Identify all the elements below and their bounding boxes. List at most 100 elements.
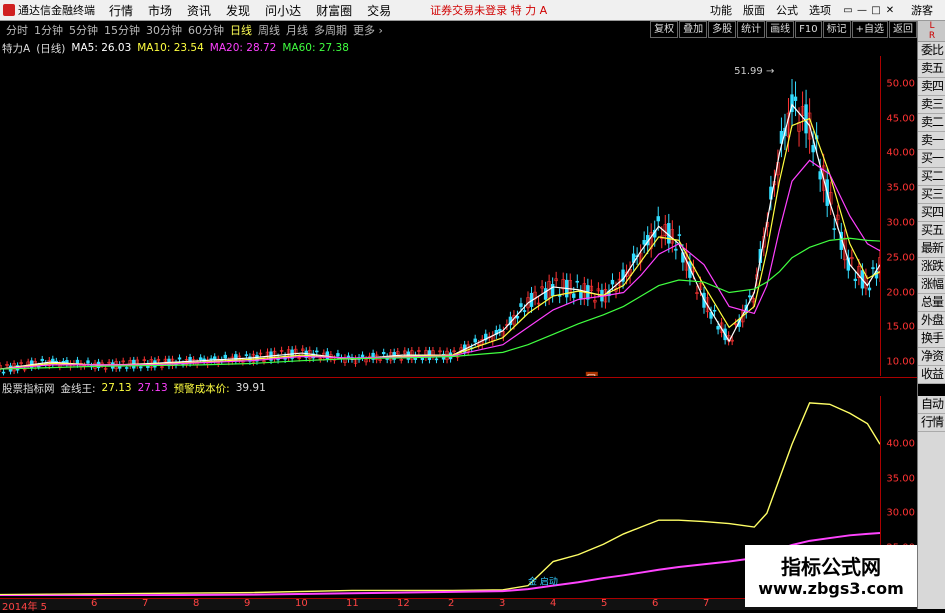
panel-item-16[interactable]: 换手	[918, 330, 945, 348]
add-favorite-button[interactable]: +自选	[851, 21, 888, 38]
candle-body	[867, 287, 872, 291]
candle-body	[804, 104, 808, 134]
f10-button[interactable]: F10	[795, 21, 822, 38]
menu-gongshi[interactable]: 公式	[776, 2, 798, 18]
menu-caifuquan[interactable]: 财富圈	[316, 2, 352, 19]
chart-period: (日线)	[36, 42, 66, 55]
ma5-legend: MA5: 26.03	[71, 42, 132, 54]
menu-wenxiaoda[interactable]: 问小达	[265, 2, 301, 19]
candle-body	[519, 303, 523, 307]
restore-icon[interactable]: ▭	[841, 5, 855, 16]
period-5min[interactable]: 5分钟	[69, 22, 98, 38]
draw-button[interactable]: 画线	[766, 21, 795, 38]
menu-xuanxiang[interactable]: 选项	[809, 2, 831, 18]
y-tick-label: 10.00	[886, 356, 915, 368]
period-fenshi[interactable]: 分时	[6, 22, 28, 38]
tab-quote[interactable]: 行情	[918, 414, 945, 432]
panel-item-12[interactable]: 涨跌	[918, 258, 945, 276]
ma-line-ma10	[0, 117, 880, 370]
panel-item-5[interactable]: 卖一	[918, 132, 945, 150]
panel-item-8[interactable]: 买三	[918, 186, 945, 204]
panel-item-6[interactable]: 买一	[918, 150, 945, 168]
fuquan-button[interactable]: 复权	[650, 21, 679, 38]
period-15min[interactable]: 15分钟	[104, 22, 140, 38]
period-more[interactable]: 更多 ›	[353, 22, 383, 38]
period-1min[interactable]: 1分钟	[34, 22, 63, 38]
chart-toolbar: 复权 叠加 多股 统计 画线 F10 标记 +自选 返回	[649, 21, 917, 39]
candle-body	[336, 353, 340, 357]
candle-body	[1, 371, 6, 374]
kline-chart[interactable]: ← 8.5051.99 →冠	[0, 56, 880, 376]
stats-button[interactable]: 统计	[737, 21, 766, 38]
panel-items: 委比 卖五 卖四 卖三 卖二 卖一 买一 买二 买三 买四 买五 最新 涨跌 涨幅 总量 外盘 换手 净资 收益	[918, 42, 945, 384]
menu-gongneng[interactable]: 功能	[710, 2, 732, 18]
overlay-button[interactable]: 叠加	[679, 21, 708, 38]
menu-faxian[interactable]: 发现	[226, 2, 250, 19]
panel-item-18[interactable]: 收益	[918, 366, 945, 384]
panel-head-r: R	[928, 31, 936, 41]
watermark: 指标公式网 www.zbgs3.com	[745, 545, 917, 607]
tab-auto[interactable]: 自动	[918, 396, 945, 414]
period-daily[interactable]: 日线	[230, 22, 252, 38]
candle-body	[61, 361, 66, 363]
panel-item-2[interactable]: 卖四	[918, 78, 945, 96]
candle-body	[832, 228, 836, 230]
candle-body	[793, 96, 798, 101]
period-60min[interactable]: 60分钟	[188, 22, 224, 38]
back-button[interactable]: 返回	[889, 21, 917, 38]
menu-jiaoyi[interactable]: 交易	[367, 2, 391, 19]
menu-hangqing[interactable]: 行情	[109, 2, 133, 19]
candle-body	[853, 278, 858, 281]
multistock-button[interactable]: 多股	[708, 21, 737, 38]
title-bar: 通达信金融终端 行情 市场 资讯 发现 问小达 财富圈 交易 证券交易未登录 特…	[0, 0, 945, 21]
panel-item-15[interactable]: 外盘	[918, 312, 945, 330]
menu-shichang[interactable]: 市场	[148, 2, 172, 19]
candle-body	[473, 338, 477, 343]
panel-item-9[interactable]: 买四	[918, 204, 945, 222]
pane-divider[interactable]	[0, 377, 917, 378]
panel-item-17[interactable]: 净资	[918, 348, 945, 366]
y-tick-label: 15.00	[886, 321, 915, 333]
y-tick-label: 30.00	[886, 217, 915, 229]
mark-button[interactable]: 标记	[822, 21, 851, 38]
minimize-icon[interactable]: —	[855, 5, 869, 16]
period-weekly[interactable]: 周线	[258, 22, 280, 38]
panel-header[interactable]: L R	[918, 21, 945, 42]
ma-line-ma5	[0, 103, 880, 370]
guest-label[interactable]: 游客	[911, 2, 933, 18]
menu-banmian[interactable]: 版面	[743, 2, 765, 18]
y-tick-label: 45.00	[886, 113, 915, 125]
ma60-legend: MA60: 27.38	[282, 42, 349, 54]
period-monthly[interactable]: 月线	[286, 22, 308, 38]
panel-item-14[interactable]: 总量	[918, 294, 945, 312]
x-tick-label: 11	[346, 598, 359, 609]
panel-item-10[interactable]: 买五	[918, 222, 945, 240]
candle-body	[677, 234, 682, 236]
candle-body	[139, 366, 143, 369]
login-alert[interactable]: 证券交易未登录 特 力 A	[430, 2, 547, 18]
high-price-label: 51.99 →	[734, 66, 774, 77]
period-30min[interactable]: 30分钟	[146, 22, 182, 38]
panel-item-13[interactable]: 涨幅	[918, 276, 945, 294]
candle-body	[40, 358, 44, 362]
x-tick-label: 7	[142, 598, 149, 609]
candle-body	[125, 367, 129, 369]
period-multi[interactable]: 多周期	[314, 22, 347, 38]
panel-item-3[interactable]: 卖三	[918, 96, 945, 114]
panel-head-l: L	[929, 21, 935, 31]
panel-item-7[interactable]: 买二	[918, 168, 945, 186]
maximize-icon[interactable]: □	[869, 5, 883, 16]
candle-body	[543, 288, 548, 300]
x-tick-label: 3	[499, 598, 506, 609]
candle-body	[315, 350, 319, 353]
panel-item-0[interactable]: 委比	[918, 42, 945, 60]
indicator-value-2: 27.13	[137, 382, 168, 394]
close-icon[interactable]: ✕	[883, 5, 897, 16]
panel-item-1[interactable]: 卖五	[918, 60, 945, 78]
panel-item-4[interactable]: 卖二	[918, 114, 945, 132]
candle-body	[420, 357, 425, 361]
menu-zixun[interactable]: 资讯	[187, 2, 211, 19]
window-controls: ▭ — □ ✕	[841, 5, 897, 16]
panel-item-11[interactable]: 最新	[918, 240, 945, 258]
x-tick-label: 8	[193, 598, 200, 609]
